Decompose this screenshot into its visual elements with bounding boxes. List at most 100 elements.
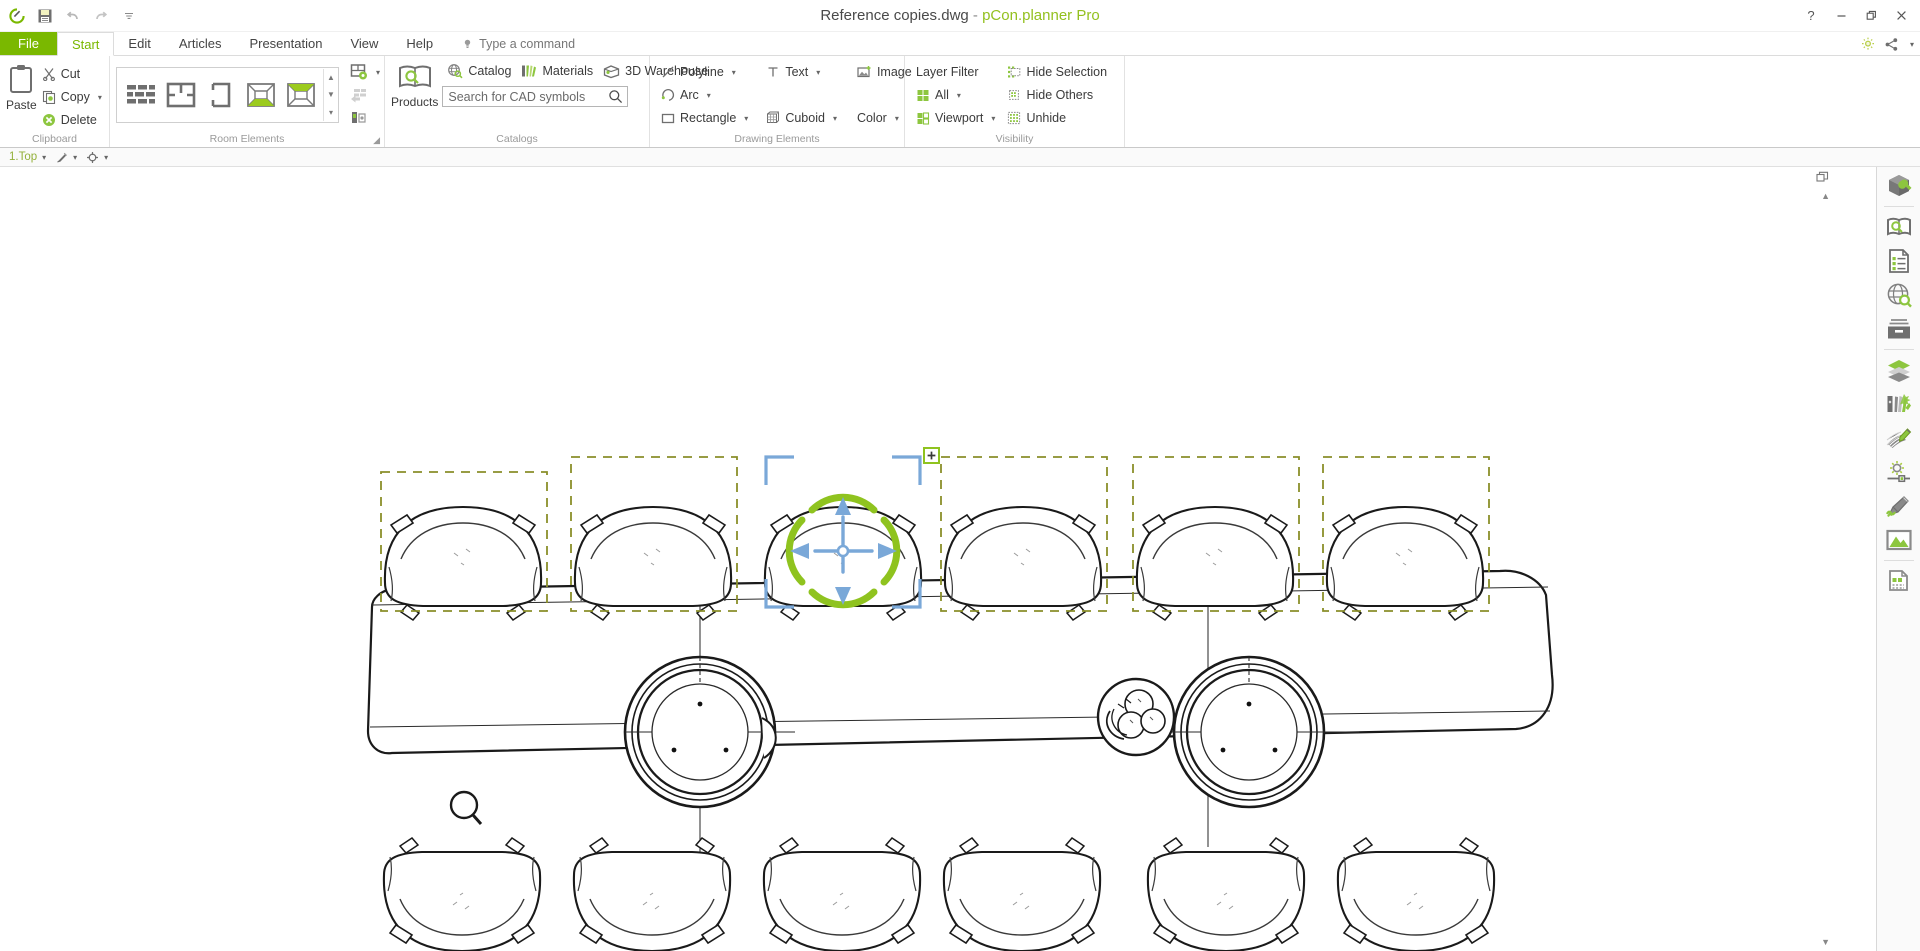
gallery-scroll[interactable]: ▲ ▼ ▾ — [323, 69, 338, 121]
collapse-panel-icon[interactable] — [1814, 169, 1830, 185]
room-floor-icon[interactable] — [241, 70, 281, 120]
image-render-icon[interactable] — [1879, 523, 1919, 557]
materials-panel-icon[interactable] — [1879, 387, 1919, 421]
chair-bottom-2[interactable] — [572, 836, 732, 951]
render-pen-icon[interactable] — [1879, 489, 1919, 523]
snap-settings-dropdown[interactable]: ▾ — [83, 149, 111, 166]
materials-button[interactable]: Materials — [516, 60, 598, 82]
snap-settings-caret-icon[interactable]: ▾ — [104, 153, 108, 162]
lighting-toggle-icon[interactable] — [1860, 36, 1876, 52]
media-archive-icon[interactable] — [1879, 312, 1919, 346]
chair-top-6[interactable] — [1322, 456, 1490, 622]
undo-icon[interactable] — [60, 3, 86, 29]
tab-articles[interactable]: Articles — [165, 32, 236, 55]
hide-selection-button[interactable]: Hide Selection — [1002, 61, 1112, 83]
hide-others-button[interactable]: Hide Others — [1002, 84, 1112, 106]
minimize-button[interactable] — [1826, 2, 1856, 28]
tab-view[interactable]: View — [336, 32, 392, 55]
layer-all-button[interactable]: All ▾ — [911, 84, 1000, 106]
redo-icon[interactable] — [88, 3, 114, 29]
chair-bottom-4[interactable] — [942, 836, 1102, 951]
tab-help[interactable]: Help — [392, 32, 447, 55]
report-icon[interactable] — [1879, 564, 1919, 598]
layer-all-caret-icon[interactable]: ▾ — [957, 91, 961, 100]
view-name-dropdown[interactable]: 1.Top ▾ — [6, 149, 49, 166]
products-button[interactable]: Products — [391, 60, 438, 109]
arc-caret-icon[interactable]: ▾ — [707, 91, 711, 100]
arc-button[interactable]: Arc ▾ — [656, 84, 753, 106]
gallery-scroll-up[interactable]: ▲ — [324, 69, 338, 86]
search-input[interactable] — [443, 87, 628, 106]
room-settings-button[interactable]: ▾ — [345, 61, 385, 83]
article-list-icon[interactable] — [1879, 244, 1919, 278]
cad-symbol-search[interactable] — [442, 86, 629, 109]
viewport-canvas[interactable]: ▲ ▼ — [0, 167, 1876, 951]
viewport-scroll-down-icon[interactable]: ▼ — [1821, 937, 1830, 947]
catalog-button[interactable]: Catalog — [442, 60, 516, 82]
share-icon[interactable] — [1884, 37, 1899, 52]
text-caret-icon[interactable]: ▾ — [816, 68, 820, 77]
room-settings-caret-icon[interactable]: ▾ — [376, 68, 380, 77]
online-search-icon[interactable] — [1879, 278, 1919, 312]
chair-bottom-1[interactable] — [382, 836, 542, 951]
view-name-caret-icon[interactable]: ▾ — [42, 153, 46, 162]
command-search[interactable]: Type a command — [461, 32, 575, 55]
copy-button[interactable]: Copy ▾ — [37, 86, 107, 108]
tab-presentation[interactable]: Presentation — [235, 32, 336, 55]
close-button[interactable] — [1886, 2, 1916, 28]
cuboid-caret-icon[interactable]: ▾ — [833, 114, 837, 123]
text-button[interactable]: Text ▾ — [761, 61, 842, 83]
tab-start[interactable]: Start — [56, 32, 115, 56]
chair-bottom-3[interactable] — [762, 836, 922, 951]
customize-qat-icon[interactable] — [116, 3, 142, 29]
chair-top-3-selected[interactable] — [763, 447, 940, 622]
cut-button[interactable]: Cut — [37, 63, 107, 85]
chair-top-2[interactable] — [570, 456, 738, 622]
render-style-dropdown[interactable]: ▾ — [52, 149, 80, 166]
render-style-caret-icon[interactable]: ▾ — [73, 153, 77, 162]
layer-viewport-caret-icon[interactable]: ▾ — [991, 114, 995, 123]
viewport-scroll-up-icon[interactable]: ▲ — [1821, 191, 1830, 201]
color-caret-icon[interactable]: ▾ — [895, 114, 899, 123]
ribbon-options-caret[interactable]: ▾ — [1910, 40, 1914, 49]
door-icon[interactable] — [201, 70, 241, 120]
wall-icon[interactable] — [121, 70, 161, 120]
materials-label: Materials — [542, 64, 594, 78]
rectangle-caret-icon[interactable]: ▾ — [744, 114, 748, 123]
chair-bottom-6[interactable] — [1336, 836, 1496, 951]
polyline-caret-icon[interactable]: ▾ — [732, 68, 736, 77]
app-menu-icon[interactable] — [4, 3, 30, 29]
chair-top-4[interactable] — [940, 456, 1108, 622]
unhide-button[interactable]: Unhide — [1002, 107, 1112, 129]
search-icon[interactable] — [608, 89, 623, 109]
rectangle-button[interactable]: Rectangle ▾ — [656, 107, 753, 129]
delete-button[interactable]: Delete — [37, 109, 107, 131]
table-decoration-bowl[interactable] — [1096, 677, 1176, 757]
restore-button[interactable] — [1856, 2, 1886, 28]
help-button[interactable]: ? — [1796, 2, 1826, 28]
lighting-icon[interactable] — [1879, 455, 1919, 489]
paste-icon — [6, 63, 36, 95]
chair-bottom-5[interactable] — [1146, 836, 1306, 951]
tab-edit[interactable]: Edit — [114, 32, 164, 55]
polyline-button[interactable]: Polyline ▾ — [656, 61, 753, 83]
object-properties-icon[interactable] — [1879, 169, 1919, 203]
chair-top-5[interactable] — [1132, 456, 1300, 622]
tab-file[interactable]: File — [0, 32, 57, 55]
cuboid-button[interactable]: Cuboid ▾ — [761, 107, 842, 129]
room-ceiling-icon[interactable] — [281, 70, 321, 120]
save-icon[interactable] — [32, 3, 58, 29]
copy-caret-icon[interactable]: ▾ — [98, 93, 102, 102]
column-tool-button[interactable] — [345, 107, 385, 129]
chair-top-1[interactable] — [380, 471, 548, 622]
catalog-browser-icon[interactable] — [1879, 210, 1919, 244]
paste-button[interactable]: Paste — [6, 61, 37, 112]
layer-viewport-button[interactable]: Viewport ▾ — [911, 107, 1000, 129]
texture-edit-icon[interactable] — [1879, 421, 1919, 455]
layers-icon[interactable] — [1879, 353, 1919, 387]
gallery-expand[interactable]: ▾ — [324, 104, 338, 121]
gallery-scroll-down[interactable]: ▼ — [324, 86, 338, 103]
floorplan-icon[interactable] — [161, 70, 201, 120]
room-elements-dialog-launcher[interactable]: ◢ — [373, 132, 380, 148]
wall-tool-button[interactable] — [345, 84, 385, 106]
